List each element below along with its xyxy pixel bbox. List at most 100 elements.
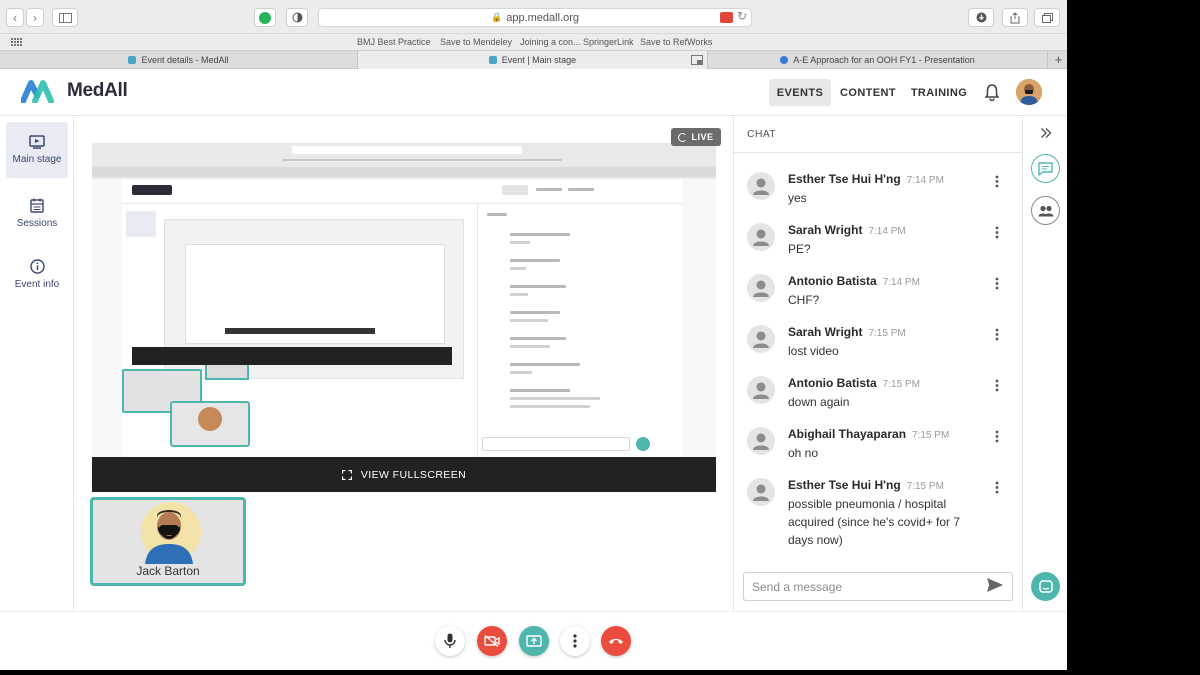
chat-author: Sarah Wright 7:15 PM [788, 325, 906, 339]
sidebar-toggle-button[interactable] [52, 8, 78, 27]
extension-icon[interactable] [720, 12, 733, 23]
chat-author: Antonio Batista 7:15 PM [788, 376, 920, 390]
chat-message-input[interactable] [743, 572, 1013, 601]
leave-call-button[interactable] [601, 626, 631, 656]
chat-timestamp: 7:15 PM [906, 481, 944, 492]
right-rail [1022, 117, 1067, 611]
screen-share-view[interactable] [92, 143, 716, 493]
more-vertical-icon[interactable] [995, 481, 999, 494]
medall-logo-icon [21, 80, 54, 103]
more-vertical-icon[interactable] [995, 226, 999, 239]
more-vertical-icon[interactable] [995, 277, 999, 290]
chat-author: Sarah Wright 7:14 PM [788, 223, 906, 237]
downloads-button[interactable] [968, 8, 994, 27]
presentation-favicon-icon [780, 56, 789, 64]
person-icon [753, 280, 769, 297]
new-tab-button[interactable]: + [1050, 51, 1067, 69]
back-button[interactable]: ‹ [6, 8, 24, 27]
sidebar-item-sessions[interactable]: Sessions [6, 185, 68, 241]
url-text: app.medall.org [506, 11, 579, 24]
person-icon [753, 229, 769, 246]
camera-off-button[interactable] [477, 626, 507, 656]
half-circle-icon [292, 12, 302, 23]
chat-icon [1038, 161, 1053, 176]
live-badge: LIVE [671, 128, 721, 146]
share-screen-button[interactable] [519, 626, 549, 656]
tab-overview-button[interactable] [1034, 8, 1060, 27]
nav-training[interactable]: TRAINING [908, 79, 970, 106]
bookmarks-bar: BMJ Best Practice Save to Mendeley Joini… [0, 34, 1067, 50]
more-vertical-icon[interactable] [995, 175, 999, 188]
people-icon [1038, 205, 1053, 216]
bookmark-item[interactable]: Joining a con... SpringerLink [520, 37, 634, 47]
help-chat-button[interactable] [1031, 572, 1060, 601]
address-bar[interactable]: 🔒 app.medall.org [318, 8, 752, 27]
chat-author: Antonio Batista 7:14 PM [788, 274, 920, 288]
chat-title: CHAT [747, 128, 777, 140]
bookmark-item[interactable]: Save to RefWorks [640, 37, 712, 47]
grammarly-icon [259, 11, 271, 24]
browser-toolbar: ‹ › 🔒 app.medall.org ↻ [0, 0, 1067, 34]
microphone-button[interactable] [435, 626, 465, 656]
nav-events[interactable]: EVENTS [769, 79, 831, 106]
chat-timestamp: 7:15 PM [882, 379, 920, 390]
view-fullscreen-button[interactable]: VIEW FULLSCREEN [92, 457, 716, 492]
share-icon [1010, 11, 1020, 23]
participant-name: Jack Barton [136, 564, 200, 578]
chat-author-name: Abighail Thayaparan [788, 427, 907, 441]
medall-logo[interactable]: MedAll [21, 79, 128, 103]
chat-author-name: Sarah Wright [788, 325, 863, 339]
avatar-person-icon [1016, 79, 1042, 105]
reload-icon[interactable]: ↻ [737, 9, 747, 23]
browser-tab-label: A-E Approach for an OOH FY1 - Presentati… [793, 55, 975, 65]
chat-author: Abighail Thayaparan 7:15 PM [788, 427, 949, 441]
more-vertical-icon[interactable] [995, 328, 999, 341]
browser-tab[interactable]: Event details - MedAll [0, 51, 358, 69]
vertical-dots-icon [573, 634, 577, 648]
send-icon[interactable] [987, 578, 1003, 592]
live-spinner-icon [678, 132, 688, 142]
chat-text: yes [788, 191, 807, 205]
chat-toggle-button[interactable] [1031, 154, 1060, 183]
browser-tab-active[interactable]: Event | Main stage [358, 51, 708, 69]
avatar [747, 427, 775, 455]
browser-tab[interactable]: A-E Approach for an OOH FY1 - Presentati… [708, 51, 1048, 69]
chat-text: CHF? [788, 293, 820, 307]
more-options-button[interactable] [560, 626, 590, 656]
chat-timestamp: 7:15 PM [868, 328, 906, 339]
chevron-right-icon: › [33, 10, 37, 25]
chat-text: oh no [788, 446, 819, 460]
sidebar-item-label: Sessions [16, 217, 58, 229]
letterbox-right [1067, 0, 1200, 675]
chat-author-name: Antonio Batista [788, 274, 877, 288]
more-vertical-icon[interactable] [995, 379, 999, 392]
participants-button[interactable] [1031, 196, 1060, 225]
privacy-extension-button[interactable] [286, 8, 308, 27]
forward-button[interactable]: › [26, 8, 44, 27]
bookmark-item[interactable]: BMJ Best Practice [357, 37, 431, 47]
sidebar-icon [58, 12, 72, 23]
double-chevron-right-icon[interactable] [1040, 127, 1052, 139]
person-icon [753, 382, 769, 399]
more-vertical-icon[interactable] [995, 430, 999, 443]
participant-video-tile[interactable]: Jack Barton [90, 497, 246, 586]
bell-icon[interactable] [984, 83, 1000, 101]
share-button[interactable] [1002, 8, 1028, 27]
bookmark-item[interactable]: Save to Mendeley [440, 37, 512, 47]
chat-text: possible pneumonia / hospital acquired (… [788, 497, 961, 547]
picture-in-picture-icon[interactable] [691, 55, 703, 65]
nav-content[interactable]: CONTENT [837, 79, 899, 106]
grid-icon[interactable] [11, 38, 22, 46]
chat-timestamp: 7:14 PM [906, 175, 944, 186]
sidebar-item-label: Main stage [12, 154, 62, 165]
grammarly-extension-button[interactable] [254, 8, 276, 27]
screen: ‹ › 🔒 app.medall.org ↻ BMJ Best Practice… [0, 0, 1067, 670]
sidebar-item-main-stage[interactable]: Main stage [6, 122, 68, 178]
chat-text: PE? [788, 242, 811, 256]
user-avatar[interactable] [1016, 79, 1042, 105]
chat-panel: CHAT Esther Tse Hui H'ng 7:14 PM yes Sarah … [733, 117, 1023, 611]
sidebar-item-event-info[interactable]: Event info [6, 246, 68, 302]
chevron-left-icon: ‹ [13, 10, 17, 25]
shared-screen-browser-chrome [92, 143, 716, 179]
chat-text: down again [788, 395, 850, 409]
